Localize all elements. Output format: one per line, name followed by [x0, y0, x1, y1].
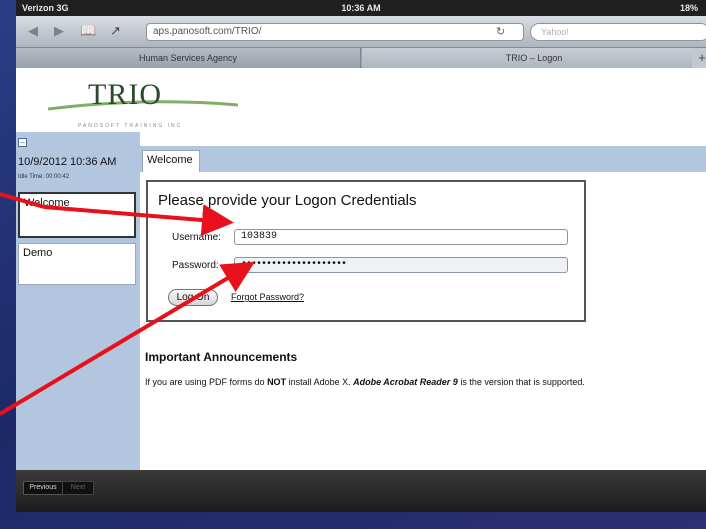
content-tab-band	[140, 146, 706, 172]
announcements-heading: Important Announcements	[145, 350, 298, 364]
session-datetime: 10/9/2012 10:36 AM	[18, 156, 117, 168]
password-label: Password:	[172, 260, 219, 271]
logo-tagline: PANOSOFT TRAINING INC	[78, 123, 183, 129]
collapse-icon[interactable]: –	[18, 138, 27, 147]
username-field[interactable]: 103839	[234, 229, 568, 245]
status-bar: Verizon 3G 10:36 AM 18%	[16, 0, 706, 16]
tab-bar: Human Services Agency × TRIO – Logon +	[16, 48, 706, 68]
not-emphasis: NOT	[267, 377, 287, 387]
new-tab-icon[interactable]: +	[692, 48, 706, 68]
url-bar[interactable]: aps.panosoft.com/TRIO/	[146, 23, 524, 41]
bottom-bar	[16, 470, 706, 512]
reader-version: Adobe Acrobat Reader 9	[353, 377, 458, 387]
previous-button[interactable]: Previous	[23, 481, 63, 495]
announcements-text: If you are using PDF forms do NOT instal…	[145, 377, 585, 387]
bookmarks-icon[interactable]: 📖	[80, 24, 96, 38]
sidebar-item-welcome[interactable]: Welcome	[18, 192, 136, 238]
forgot-password-link[interactable]: Forgot Password?	[231, 292, 304, 302]
tab-human-services[interactable]: Human Services Agency	[16, 48, 361, 68]
password-field[interactable]: •••••••••••••••••••••	[234, 257, 568, 273]
username-label: Username:	[172, 232, 221, 243]
back-arrow-icon[interactable]: ◀	[28, 24, 38, 38]
reload-icon[interactable]: ↻	[496, 25, 505, 38]
next-button[interactable]: Next	[62, 481, 94, 495]
share-icon[interactable]: ↗	[110, 24, 121, 38]
tab-trio-logon[interactable]: TRIO – Logon	[362, 48, 706, 68]
forward-arrow-icon[interactable]: ▶	[54, 24, 64, 38]
left-sidebar	[16, 132, 140, 492]
search-field[interactable]: Yahoo!	[530, 23, 706, 41]
sidebar-item-demo[interactable]: Demo	[18, 243, 136, 285]
log-on-button[interactable]: Log On	[168, 289, 218, 306]
login-title: Please provide your Logon Credentials	[158, 192, 417, 209]
status-clock: 10:36 AM	[341, 3, 381, 13]
idle-time: Idle Time: 00:00:42	[18, 174, 70, 180]
battery-label: 18%	[679, 3, 698, 13]
browser-toolbar: ◀ ▶ 📖 ↗ aps.panosoft.com/TRIO/ ↻ Yahoo!	[16, 16, 706, 48]
tab-welcome[interactable]: Welcome	[142, 150, 200, 172]
trio-logo: TRIO	[88, 78, 162, 111]
